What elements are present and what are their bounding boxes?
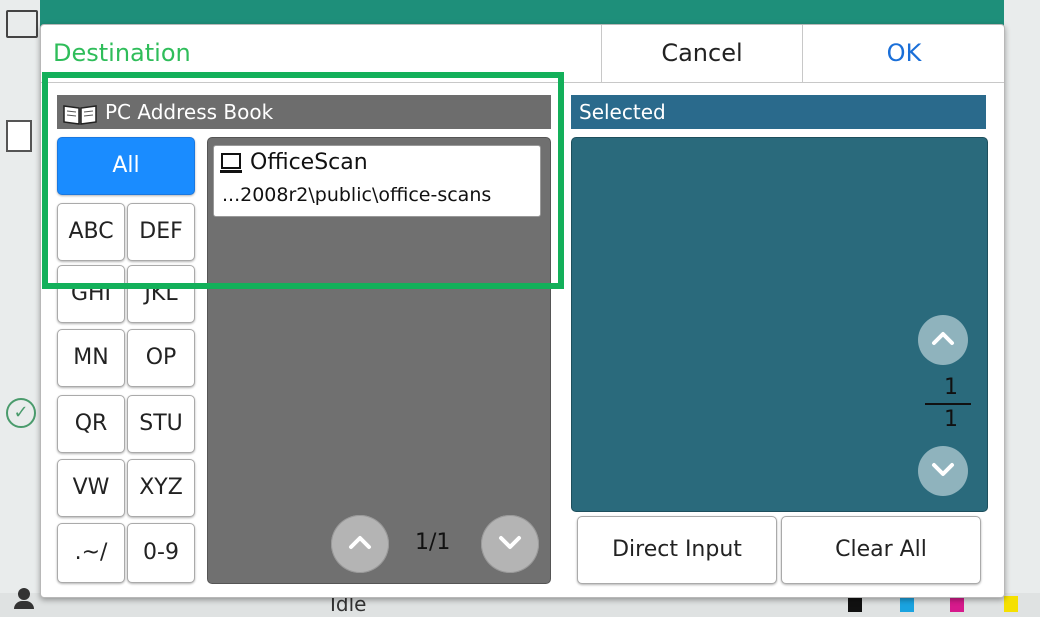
list-page-indicator: 1/1	[415, 530, 451, 555]
header-divider	[41, 82, 1004, 83]
list-scroll-down-button[interactable]	[481, 515, 539, 573]
list-scroll-up-button[interactable]	[331, 515, 389, 573]
monitor-icon	[6, 10, 38, 38]
document-icon	[6, 120, 32, 152]
selected-scroll-down-button[interactable]	[918, 446, 968, 496]
entry-path: ...2008r2\public\office-scans	[222, 184, 492, 206]
destination-dialog: Destination Cancel OK PC Address Book Al…	[40, 24, 1005, 598]
filter-vw-button[interactable]: VW	[57, 459, 125, 517]
filter-qr-button[interactable]: QR	[57, 395, 125, 453]
selected-scroll-up-button[interactable]	[918, 315, 968, 365]
filter-xyz-button[interactable]: XYZ	[127, 459, 195, 517]
page-fraction-line	[925, 403, 971, 405]
filter-jkl-button[interactable]: JKL	[127, 265, 195, 323]
direct-input-button[interactable]: Direct Input	[577, 516, 777, 584]
dialog-title: Destination	[53, 39, 191, 67]
clear-all-button[interactable]: Clear All	[781, 516, 981, 584]
background-left-strip: ✓	[0, 0, 40, 617]
toner-black-icon	[848, 596, 862, 612]
chevron-down-icon	[499, 536, 521, 549]
book-icon	[63, 101, 97, 125]
address-entry[interactable]: OfficeScan ...2008r2\public\office-scans	[213, 145, 541, 217]
ok-button[interactable]: OK	[802, 25, 1005, 82]
filter-op-button[interactable]: OP	[127, 329, 195, 387]
computer-icon	[220, 152, 242, 176]
background-right-strip	[1004, 0, 1040, 617]
filter-digits-button[interactable]: 0-9	[127, 523, 195, 583]
user-icon[interactable]	[14, 588, 34, 610]
filter-stu-button[interactable]: STU	[127, 395, 195, 453]
address-book-header: PC Address Book	[57, 95, 551, 129]
toner-magenta-icon	[950, 596, 964, 612]
filter-mn-button[interactable]: MN	[57, 329, 125, 387]
toner-cyan-icon	[900, 596, 914, 612]
filter-abc-button[interactable]: ABC	[57, 203, 125, 261]
selected-page-current: 1	[944, 375, 958, 400]
chevron-up-icon	[932, 332, 954, 345]
filter-def-button[interactable]: DEF	[127, 203, 195, 261]
entry-name: OfficeScan	[250, 150, 368, 175]
check-icon: ✓	[6, 398, 36, 428]
chevron-up-icon	[349, 536, 371, 549]
toner-yellow-icon	[1004, 596, 1018, 612]
cancel-button[interactable]: Cancel	[601, 25, 802, 82]
filter-symbols-button[interactable]: .~/	[57, 523, 125, 583]
filter-all-button[interactable]: All	[57, 137, 195, 195]
selected-page-total: 1	[944, 407, 958, 432]
chevron-down-icon	[932, 463, 954, 476]
address-book-title: PC Address Book	[105, 100, 274, 124]
selected-header: Selected	[571, 95, 986, 129]
filter-ghi-button[interactable]: GHI	[57, 265, 125, 323]
